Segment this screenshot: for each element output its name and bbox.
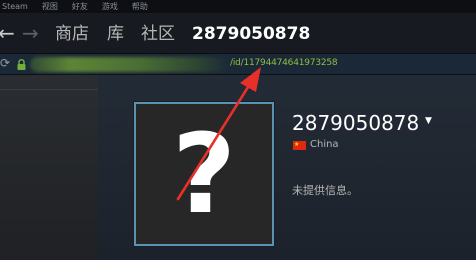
avatar-placeholder-question-mark: ?: [172, 110, 236, 238]
profile-summary-empty: 未提供信息。: [292, 184, 358, 197]
url-redacted-blur: [30, 57, 230, 72]
menu-bar: Steam 视图 好友 游戏 帮助: [0, 0, 476, 13]
lock-icon: [17, 59, 26, 70]
profile-country: China: [310, 139, 339, 150]
menu-item-help[interactable]: 帮助: [132, 0, 148, 13]
profile-persona-name: 2879050878: [292, 111, 420, 135]
back-arrow-icon[interactable]: ←: [0, 13, 15, 53]
persona-dropdown-caret-icon[interactable]: ▼: [425, 116, 432, 126]
avatar: ?: [134, 102, 274, 246]
nav-username-link[interactable]: 2879050878: [192, 13, 310, 55]
panel-divider: [0, 89, 98, 90]
menu-item-view[interactable]: 视图: [42, 0, 58, 13]
nav-community-link[interactable]: 社区: [141, 13, 175, 55]
china-flag-icon: ★: [293, 141, 306, 150]
left-side-panel: [0, 75, 98, 260]
menu-item-steam[interactable]: Steam: [2, 0, 28, 13]
menu-item-games[interactable]: 游戏: [102, 0, 118, 13]
menu-item-friends[interactable]: 好友: [72, 0, 88, 13]
url-text[interactable]: /id/11794474641973258: [230, 58, 338, 68]
address-bar[interactable]: ⟳ /id/11794474641973258: [0, 53, 476, 75]
nav-store-link[interactable]: 商店: [55, 13, 89, 55]
forward-arrow-icon[interactable]: →: [22, 13, 39, 53]
nav-library-link[interactable]: 库: [107, 13, 124, 55]
nav-bar: ← → 商店 库 社区 2879050878: [0, 13, 476, 53]
flag-star-icon: ★: [294, 141, 300, 148]
reload-icon[interactable]: ⟳: [0, 56, 10, 70]
